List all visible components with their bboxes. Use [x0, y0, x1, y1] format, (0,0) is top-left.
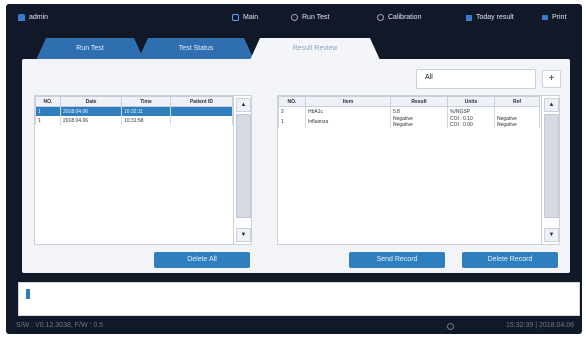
items-scrollbar[interactable]: ▲ ▼: [541, 96, 559, 244]
records-table: NO. Date Time Patient ID 1 2018.04.06 10…: [34, 95, 252, 245]
home-icon: [232, 14, 239, 21]
cell-result: 5.8: [390, 106, 448, 116]
cell-date: 2018.04.06: [60, 116, 122, 125]
system-status-icon: [447, 323, 454, 330]
add-label: +: [548, 73, 555, 84]
cell-time: 10:31:58: [121, 116, 171, 125]
cell-no: 1: [35, 116, 61, 125]
col-time: Time: [121, 96, 171, 107]
col-date: Date: [60, 96, 122, 107]
col-item: Item: [305, 96, 391, 107]
cell-time: 10:32:11: [121, 106, 171, 116]
cell-patient-id: [170, 116, 233, 125]
cell-date: 2018.04.06: [60, 106, 122, 116]
cell-no: 1: [35, 106, 61, 116]
run-icon: [291, 14, 298, 21]
scroll-down-button[interactable]: ▼: [236, 228, 251, 242]
version-text: S/W : V0.12.3038, F/W : 0.5: [16, 322, 104, 329]
col-result: Result: [390, 96, 448, 107]
top-bar: admin Main Run Test Calibration Today re…: [6, 8, 582, 30]
scroll-up-button[interactable]: ▲: [236, 98, 251, 112]
filter-value: All: [425, 74, 433, 81]
text-cursor: [26, 289, 30, 299]
send-record-button[interactable]: Send Record: [349, 252, 445, 268]
col-units: Units: [447, 96, 495, 107]
col-no: NO.: [278, 96, 306, 107]
delete-all-label: Delete All: [187, 256, 217, 263]
cell-item: Influenza: [305, 116, 391, 128]
datetime-text: 15:32:39 | 2018.04.06: [506, 322, 574, 329]
scroll-thumb[interactable]: [544, 114, 559, 218]
cell-result: Negative Negative: [390, 116, 448, 128]
cell-units: %/NGSP: [447, 106, 495, 116]
filter-select[interactable]: All: [416, 69, 536, 89]
nav-calibration-button[interactable]: Calibration: [377, 14, 421, 21]
table-row[interactable]: 1 2018.04.06 10:31:58: [35, 116, 233, 125]
user-display: admin: [18, 14, 48, 21]
print-icon: [542, 15, 548, 20]
tab-test-status[interactable]: Test Status: [138, 38, 254, 60]
tab-run-test[interactable]: Run Test: [36, 38, 144, 60]
status-footer: S/W : V0.12.3038, F/W : 0.5 15:32:39 | 2…: [6, 318, 582, 334]
records-scrollbar[interactable]: ▲ ▼: [233, 96, 251, 244]
cell-no: 1: [278, 116, 306, 128]
items-table: NO. Item Result Units Ref 2 HbA1c 5.8 %/…: [277, 95, 560, 245]
table-row[interactable]: 1 Influenza Negative Negative COI : 0.10…: [278, 116, 540, 128]
delete-all-button[interactable]: Delete All: [154, 252, 250, 268]
delete-record-label: Delete Record: [487, 256, 533, 263]
nav-print-button[interactable]: Print: [542, 14, 566, 21]
table-row[interactable]: 1 2018.04.06 10:32:11: [35, 106, 233, 116]
nav-main-label: Main: [243, 14, 259, 21]
col-patient-id: Patient ID: [170, 96, 233, 107]
user-name: admin: [29, 14, 49, 21]
tab-result-review-label: Result Review: [292, 45, 338, 52]
table-row[interactable]: 2 HbA1c 5.8 %/NGSP: [278, 106, 540, 116]
cell-patient-id: [170, 106, 233, 116]
scroll-down-button[interactable]: ▼: [544, 228, 559, 242]
scroll-thumb[interactable]: [236, 114, 251, 218]
message-strip: [18, 282, 580, 316]
scroll-up-button[interactable]: ▲: [544, 98, 559, 112]
cell-item: HbA1c: [305, 106, 391, 116]
col-ref: Ref: [494, 96, 540, 107]
cell-ref: Negative Negative: [494, 116, 540, 128]
send-record-label: Send Record: [376, 256, 418, 263]
tab-test-status-label: Test Status: [178, 45, 214, 52]
calendar-icon: [466, 14, 472, 21]
nav-today-result-label: Today result: [476, 14, 514, 21]
tab-result-review[interactable]: Result Review: [250, 38, 380, 60]
nav-today-result-button[interactable]: Today result: [466, 14, 514, 21]
cell-no: 2: [278, 106, 306, 116]
col-no: NO.: [35, 96, 61, 107]
add-filter-button[interactable]: +: [542, 70, 561, 88]
nav-calibration-label: Calibration: [388, 14, 422, 21]
delete-record-button[interactable]: Delete Record: [462, 252, 558, 268]
user-icon: [18, 14, 25, 21]
result-review-panel: All + NO. Date Time Patient ID 1 2018.04…: [22, 59, 570, 273]
screen: admin Main Run Test Calibration Today re…: [0, 0, 586, 338]
nav-run-test-button[interactable]: Run Test: [291, 14, 330, 21]
cell-units: COI : 0.10 COI : 0.00: [447, 116, 495, 128]
nav-main-button[interactable]: Main: [232, 14, 258, 21]
calibration-icon: [377, 14, 384, 21]
tab-run-test-label: Run Test: [76, 45, 104, 52]
nav-run-test-label: Run Test: [302, 14, 330, 21]
nav-print-label: Print: [552, 14, 567, 21]
cell-ref: [494, 106, 540, 116]
